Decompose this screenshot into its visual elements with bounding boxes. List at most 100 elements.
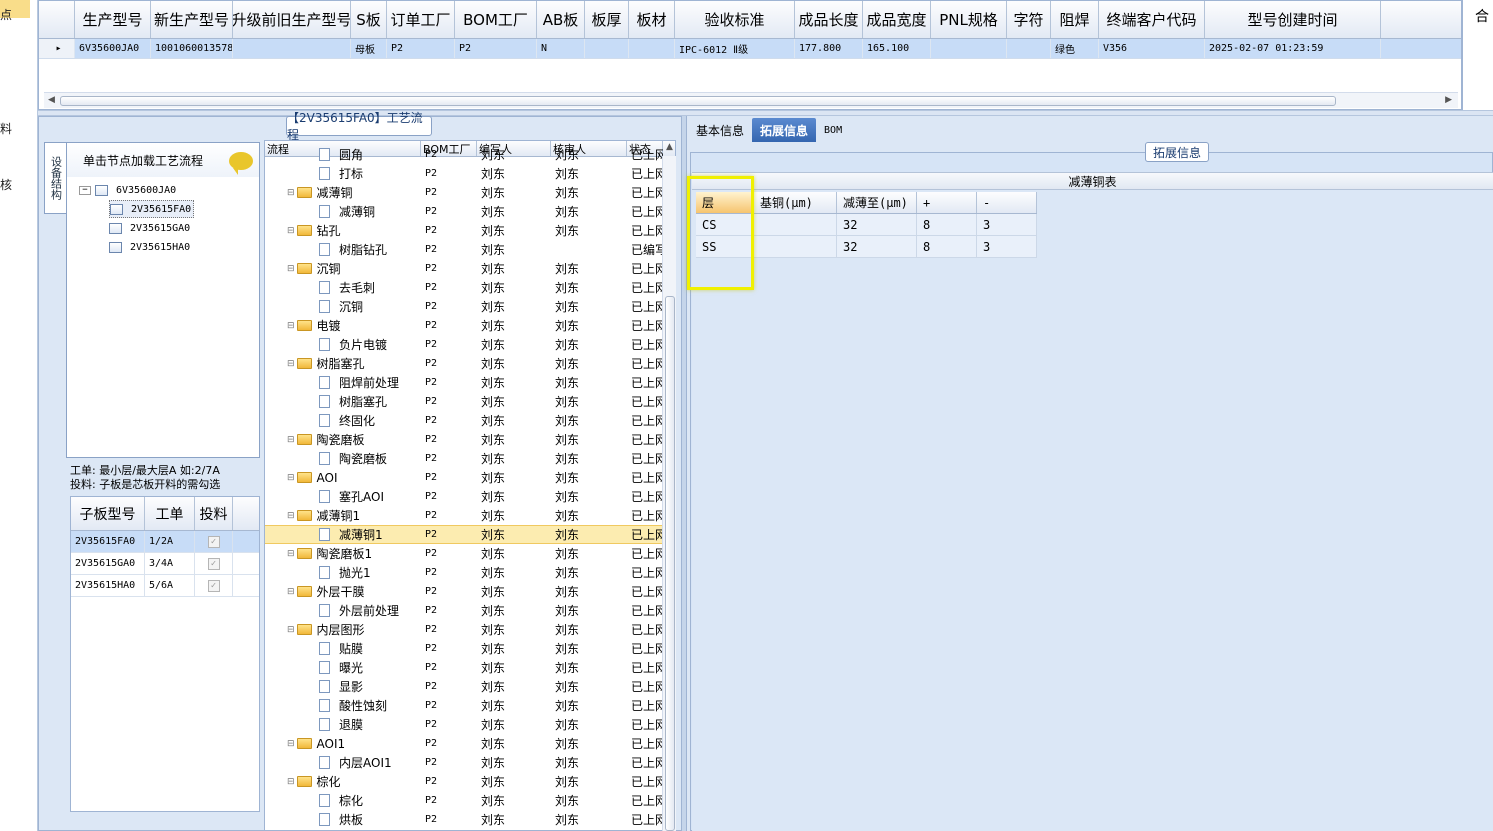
flow-step-cell[interactable]: 终固化: [265, 411, 421, 430]
grid-cell[interactable]: 8: [917, 214, 977, 235]
flow-row[interactable]: ⊟ AOI P2 刘东 刘东 已上网: [265, 468, 663, 487]
flow-row[interactable]: 树脂塞孔 P2 刘东 刘东 已上网: [265, 392, 663, 411]
column-header[interactable]: 阻焊: [1051, 1, 1099, 38]
column-header[interactable]: 基铜(μm): [754, 192, 837, 213]
flow-row[interactable]: ⊟ 减薄铜 P2 刘东 刘东 已上网: [265, 183, 663, 202]
scroll-up-icon[interactable]: ▲: [666, 142, 673, 152]
collapse-icon[interactable]: ⊟: [287, 587, 295, 597]
column-header[interactable]: 子板型号: [71, 497, 145, 530]
grid-cell[interactable]: 32: [837, 236, 917, 257]
flow-row[interactable]: ⊟ 陶瓷磨板 P2 刘东 刘东 已上网: [265, 430, 663, 449]
flow-row[interactable]: 内层AOI1 P2 刘东 刘东 已上网: [265, 753, 663, 772]
flow-step-cell[interactable]: 圆角: [265, 145, 421, 164]
flow-row[interactable]: 减薄铜1 P2 刘东 刘东 已上网: [265, 525, 663, 544]
grid-cell[interactable]: [629, 39, 675, 58]
flow-step-cell[interactable]: 打标: [265, 164, 421, 183]
flow-row[interactable]: 塞孔AOI P2 刘东 刘东 已上网: [265, 487, 663, 506]
collapse-icon[interactable]: ⊟: [287, 511, 295, 521]
grid-cell[interactable]: [1007, 39, 1051, 58]
column-header[interactable]: 生产型号: [75, 1, 151, 38]
flow-row[interactable]: 负片电镀 P2 刘东 刘东 已上网: [265, 335, 663, 354]
collapse-icon[interactable]: ⊟: [287, 264, 295, 274]
sub-board-row[interactable]: 2V35615FA0 1/2A ✓: [71, 531, 259, 553]
checkbox-icon[interactable]: ✓: [207, 579, 220, 592]
flow-step-cell[interactable]: ⊟ 减薄铜: [265, 183, 421, 202]
flow-row[interactable]: 曝光 P2 刘东 刘东 已上网: [265, 658, 663, 677]
collapse-icon[interactable]: ⊟: [287, 321, 295, 331]
grid-cell[interactable]: 32: [837, 214, 917, 235]
flow-row[interactable]: 终固化 P2 刘东 刘东 已上网: [265, 411, 663, 430]
flow-row[interactable]: 退膜 P2 刘东 刘东 已上网: [265, 715, 663, 734]
tree-node-child[interactable]: 2V35615FA0: [109, 200, 195, 218]
flow-row[interactable]: ⊟ 陶瓷磨板1 P2 刘东 刘东 已上网: [265, 544, 663, 563]
column-header[interactable]: PNL规格: [931, 1, 1007, 38]
flow-row[interactable]: ⊟ 树脂塞孔 P2 刘东 刘东 已上网: [265, 354, 663, 373]
grid-cell[interactable]: P2: [455, 39, 537, 58]
tree-node-child[interactable]: 2V35615HA0: [109, 238, 190, 256]
collapse-icon[interactable]: ⊟: [287, 625, 295, 635]
flow-row[interactable]: ⊟ 棕化 P2 刘东 刘东 已上网: [265, 772, 663, 791]
flow-row[interactable]: ⊟ 沉铜 P2 刘东 刘东 已上网: [265, 259, 663, 278]
flow-row[interactable]: ⊟ 电镀 P2 刘东 刘东 已上网: [265, 316, 663, 335]
left-nav-fragment[interactable]: 点: [0, 6, 12, 23]
column-header[interactable]: 成品宽度: [863, 1, 931, 38]
flow-step-cell[interactable]: 减薄铜: [265, 202, 421, 221]
hscroll-thumb[interactable]: [60, 96, 1336, 106]
collapse-icon[interactable]: ⊟: [287, 739, 295, 749]
flow-step-cell[interactable]: ⊟ 沉铜: [265, 259, 421, 278]
column-header[interactable]: 终端客户代码: [1099, 1, 1205, 38]
column-header[interactable]: 新生产型号: [151, 1, 233, 38]
vertical-tab-structure[interactable]: 设备结构: [44, 142, 66, 214]
flow-step-cell[interactable]: 显影: [265, 677, 421, 696]
grid-cell[interactable]: 8: [917, 236, 977, 257]
flow-step-cell[interactable]: 阻焊前处理: [265, 373, 421, 392]
column-header[interactable]: 型号创建时间: [1205, 1, 1381, 38]
flow-step-cell[interactable]: 外层前处理: [265, 601, 421, 620]
flow-step-cell[interactable]: 贴膜: [265, 639, 421, 658]
flow-row[interactable]: ⊟ 外层干膜 P2 刘东 刘东 已上网: [265, 582, 663, 601]
column-header[interactable]: 订单工厂: [387, 1, 455, 38]
flow-row[interactable]: 沉铜 P2 刘东 刘东 已上网: [265, 297, 663, 316]
left-nav-fragment[interactable]: 料: [0, 120, 12, 137]
column-header[interactable]: BOM工厂: [455, 1, 537, 38]
flow-step-cell[interactable]: 树脂钻孔: [265, 240, 421, 259]
feed-checkbox-cell[interactable]: ✓: [195, 575, 233, 596]
grid-cell[interactable]: 2025-02-07 01:23:59: [1205, 39, 1381, 58]
column-header[interactable]: 板厚: [585, 1, 629, 38]
flow-row[interactable]: 树脂钻孔 P2 刘东 已编写: [265, 240, 663, 259]
grid-cell[interactable]: IPC-6012 Ⅱ级: [675, 39, 795, 58]
flow-step-cell[interactable]: 内层AOI1: [265, 753, 421, 772]
flow-step-cell[interactable]: ⊟ 陶瓷磨板: [265, 430, 421, 449]
flow-row[interactable]: 烘板 P2 刘东 刘东 已上网: [265, 810, 663, 829]
collapse-icon[interactable]: ⊟: [287, 226, 295, 236]
checkbox-icon[interactable]: ✓: [207, 557, 220, 570]
vscroll-thumb[interactable]: [665, 296, 675, 831]
flow-step-cell[interactable]: 树脂塞孔: [265, 392, 421, 411]
grid-cell[interactable]: N: [537, 39, 585, 58]
flow-step-cell[interactable]: ⊟ 外层干膜: [265, 582, 421, 601]
tab-basic-info[interactable]: 基本信息: [688, 118, 752, 142]
flow-step-cell[interactable]: ⊟ 钻孔: [265, 221, 421, 240]
scroll-right-icon[interactable]: ▶: [1445, 95, 1452, 105]
flow-row[interactable]: 陶瓷磨板 P2 刘东 刘东 已上网: [265, 449, 663, 468]
flow-step-cell[interactable]: ⊟ 电镀: [265, 316, 421, 335]
flow-row[interactable]: 酸性蚀刻 P2 刘东 刘东 已上网: [265, 696, 663, 715]
flow-row[interactable]: 外层前处理 P2 刘东 刘东 已上网: [265, 601, 663, 620]
grid-cell[interactable]: 6V35600JA0: [75, 39, 151, 58]
flow-step-cell[interactable]: 退膜: [265, 715, 421, 734]
sub-board-row[interactable]: 2V35615HA0 5/6A ✓: [71, 575, 259, 597]
column-header[interactable]: 投料: [195, 497, 233, 530]
flow-step-cell[interactable]: ⊟ 棕化: [265, 772, 421, 791]
feed-checkbox-cell[interactable]: ✓: [195, 531, 233, 552]
collapse-icon[interactable]: ⊟: [287, 359, 295, 369]
flow-step-cell[interactable]: 负片电镀: [265, 335, 421, 354]
sub-board-row[interactable]: 2V35615GA0 3/4A ✓: [71, 553, 259, 575]
feed-checkbox-cell[interactable]: ✓: [195, 553, 233, 574]
flow-row[interactable]: 抛光1 P2 刘东 刘东 已上网: [265, 563, 663, 582]
flow-grid-vscroll[interactable]: ▲: [662, 142, 676, 831]
collapse-icon[interactable]: ⊟: [287, 549, 295, 559]
flow-step-cell[interactable]: 曝光: [265, 658, 421, 677]
flow-row[interactable]: 去毛刺 P2 刘东 刘东 已上网: [265, 278, 663, 297]
flow-step-cell[interactable]: 抛光1: [265, 563, 421, 582]
checkbox-icon[interactable]: ✓: [207, 535, 220, 548]
